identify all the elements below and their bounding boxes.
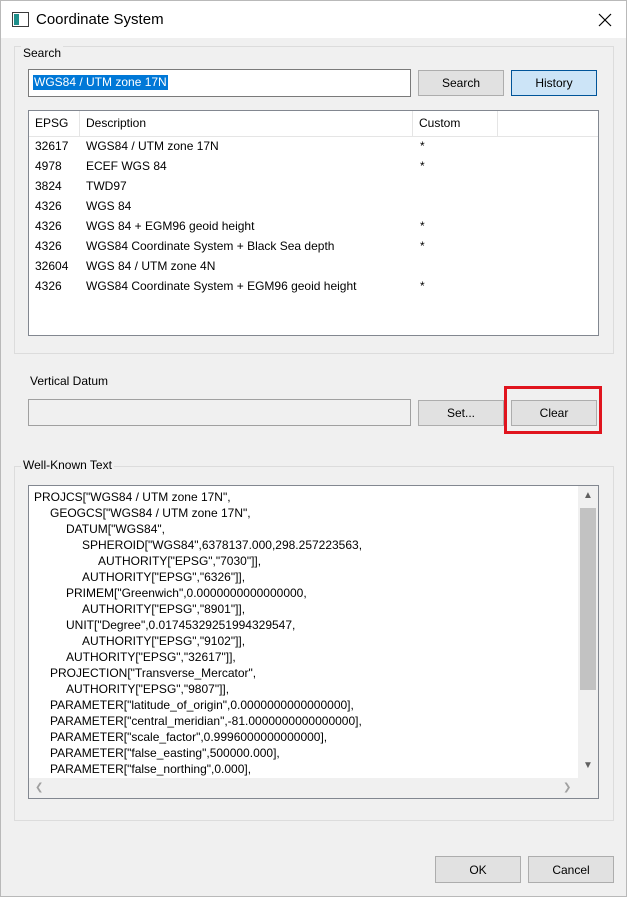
wkt-line: AUTHORITY["EPSG","7030"]], xyxy=(98,554,262,568)
epsg-cell: 32617 xyxy=(35,139,69,153)
epsg-cell: 32604 xyxy=(35,259,69,273)
epsg-cell: 4326 xyxy=(35,199,62,213)
search-group-label: Search xyxy=(21,46,64,60)
scroll-down-icon[interactable]: ▼ xyxy=(583,760,593,771)
scroll-right-icon[interactable]: ❯ xyxy=(563,782,571,793)
description-cell: WGS 84 xyxy=(86,199,132,213)
description-cell: WGS84 Coordinate System + EGM96 geoid he… xyxy=(86,279,357,293)
table-row[interactable]: 3824 TWD97 xyxy=(29,176,598,196)
wkt-line: DATUM["WGS84", xyxy=(66,522,165,536)
scroll-left-icon[interactable]: ❮ xyxy=(35,782,43,793)
results-list[interactable]: EPSG Description Custom 32617 WGS84 / UT… xyxy=(28,110,599,336)
close-button[interactable] xyxy=(583,1,627,38)
window-title: Coordinate System xyxy=(36,11,164,28)
epsg-cell: 4326 xyxy=(35,219,62,233)
wkt-line: AUTHORITY["EPSG","32617"]], xyxy=(66,650,236,664)
wkt-line: UNIT["Degree",0.0174532925199432954​7, xyxy=(66,618,296,632)
cancel-button[interactable]: Cancel xyxy=(528,856,614,883)
ok-button[interactable]: OK xyxy=(435,856,521,883)
wkt-line: AUTHORITY["EPSG","6326"]], xyxy=(82,570,246,584)
window-icon xyxy=(12,12,29,27)
results-header: EPSG Description Custom xyxy=(29,111,598,137)
search-input-value: WGS84 / UTM zone 17N xyxy=(33,75,168,90)
vertical-datum-label: Vertical Datum xyxy=(28,374,111,388)
history-button[interactable]: History xyxy=(511,70,597,96)
wkt-line: PROJCS["WGS84 / UTM zone 17N", xyxy=(34,490,231,504)
description-cell: WGS 84 + EGM96 geoid height xyxy=(86,219,255,233)
coordinate-system-dialog: Coordinate System Search WGS84 / UTM zon… xyxy=(0,0,627,897)
epsg-cell: 3824 xyxy=(35,179,62,193)
wkt-line: AUTHORITY["EPSG","9807"]], xyxy=(66,682,230,696)
close-icon xyxy=(598,13,612,26)
wkt-vertical-scrollbar[interactable]: ▲ ▼ xyxy=(578,486,598,778)
wkt-line: PARAMETER["central_meridian",-81.0000000… xyxy=(50,714,362,728)
custom-cell: * xyxy=(420,219,425,233)
epsg-cell: 4978 xyxy=(35,159,62,173)
table-row[interactable]: 4326 WGS 84 xyxy=(29,196,598,216)
wkt-text-area[interactable]: PROJCS["WGS84 / UTM zone 17N", GEOGCS["W… xyxy=(28,485,599,799)
description-cell: WGS84 / UTM zone 17N xyxy=(86,139,219,153)
wkt-line: PROJECTION["Transverse_Mercator", xyxy=(50,666,257,680)
wkt-line: PRIMEM["Greenwich",0.0000000000000000, xyxy=(66,586,307,600)
custom-cell: * xyxy=(420,239,425,253)
wkt-line: AUTHORITY["EPSG","8901"]], xyxy=(82,602,246,616)
scroll-up-icon[interactable]: ▲ xyxy=(583,490,593,501)
epsg-cell: 4326 xyxy=(35,239,62,253)
column-header-description[interactable]: Description xyxy=(80,111,413,136)
table-row[interactable]: 4326 WGS84 Coordinate System + Black Sea… xyxy=(29,236,598,256)
column-header-custom[interactable]: Custom xyxy=(413,111,498,136)
column-header-epsg[interactable]: EPSG xyxy=(29,111,80,136)
table-row[interactable]: 4326 WGS84 Coordinate System + EGM96 geo… xyxy=(29,276,598,296)
annotation-highlight-box xyxy=(504,386,602,434)
wkt-horizontal-scrollbar[interactable]: ❮ ❯ xyxy=(29,778,598,798)
description-cell: WGS84 Coordinate System + Black Sea dept… xyxy=(86,239,335,253)
set-vertical-datum-button[interactable]: Set... xyxy=(418,400,504,426)
wkt-line: PARAMETER["false_easting",500000.000], xyxy=(50,746,280,760)
description-cell: WGS 84 / UTM zone 4N xyxy=(86,259,216,273)
custom-cell: * xyxy=(420,139,425,153)
table-row[interactable]: 32617 WGS84 / UTM zone 17N * xyxy=(29,136,598,156)
table-row[interactable]: 32604 WGS 84 / UTM zone 4N xyxy=(29,256,598,276)
table-row[interactable]: 4978 ECEF WGS 84 * xyxy=(29,156,598,176)
vertical-datum-field[interactable] xyxy=(28,399,411,426)
search-input[interactable]: WGS84 / UTM zone 17N xyxy=(28,69,411,97)
description-cell: ECEF WGS 84 xyxy=(86,159,167,173)
search-button[interactable]: Search xyxy=(418,70,504,96)
wkt-line: SPHEROID["WGS84",6378137.000,298.2572235… xyxy=(82,538,363,552)
title-bar: Coordinate System xyxy=(1,1,626,38)
description-cell: TWD97 xyxy=(86,179,127,193)
wkt-line: PARAMETER["latitude_of_origin",0.0000000… xyxy=(50,698,354,712)
scrollbar-thumb[interactable] xyxy=(580,508,596,690)
custom-cell: * xyxy=(420,159,425,173)
wkt-group-label: Well-Known Text xyxy=(21,458,114,472)
custom-cell: * xyxy=(420,279,425,293)
epsg-cell: 4326 xyxy=(35,279,62,293)
wkt-line: PARAMETER["scale_factor",0.9996000000000… xyxy=(50,730,328,744)
table-row[interactable]: 4326 WGS 84 + EGM96 geoid height * xyxy=(29,216,598,236)
wkt-line: PARAMETER["false_northing",0.000], xyxy=(50,762,252,776)
wkt-line: AUTHORITY["EPSG","9102"]], xyxy=(82,634,246,648)
wkt-line: GEOGCS["WGS84 / UTM zone 17N", xyxy=(50,506,251,520)
